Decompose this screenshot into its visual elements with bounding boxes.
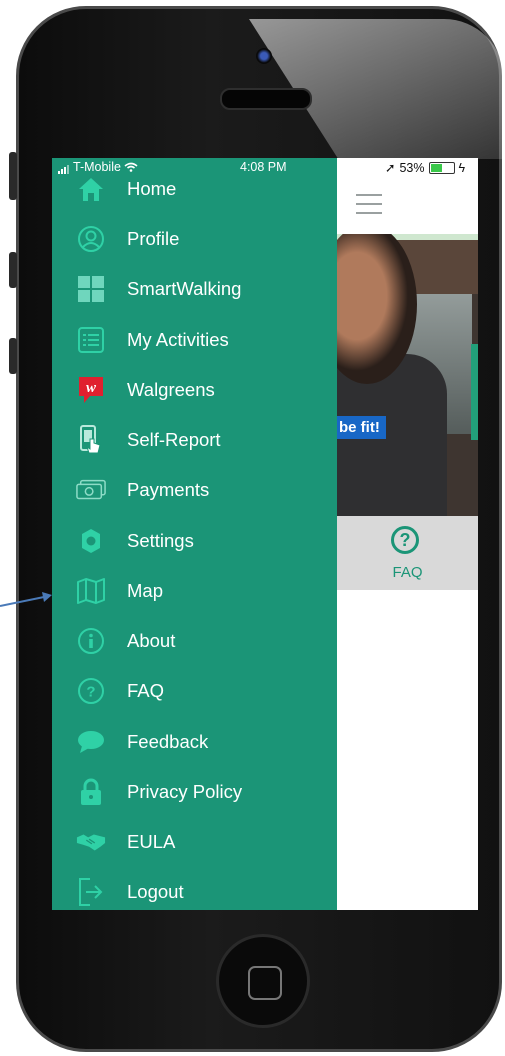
- svg-text:w: w: [86, 380, 97, 396]
- menu-label: Profile: [127, 228, 180, 249]
- battery-icon: [428, 161, 455, 174]
- menu-item-walgreens[interactable]: w Walgreens: [76, 370, 326, 410]
- app-screen: be fit! ? FAQ T-Mobile 4:08 PM ➚ 53% ϟ H…: [52, 158, 478, 910]
- menu-item-self-report[interactable]: Self-Report: [76, 420, 326, 460]
- menu-label: EULA: [127, 831, 176, 852]
- profile-icon: [76, 224, 106, 254]
- question-icon: ?: [76, 676, 106, 706]
- logout-icon: [76, 877, 106, 907]
- walgreens-icon: w: [76, 375, 106, 405]
- annotation-arrow-icon: [0, 592, 52, 607]
- home-square-icon: [248, 966, 282, 1000]
- volume-down-button: [9, 338, 17, 374]
- menu-item-eula[interactable]: EULA: [76, 822, 326, 862]
- menu-label: Self-Report: [127, 429, 221, 450]
- money-icon: [76, 475, 106, 505]
- carrier-label: T-Mobile: [73, 160, 121, 174]
- menu-item-privacy-policy[interactable]: Privacy Policy: [76, 772, 326, 812]
- status-bar: T-Mobile 4:08 PM ➚ 53% ϟ: [52, 158, 478, 176]
- hamburger-menu-icon[interactable]: [356, 194, 382, 221]
- map-icon: [76, 576, 106, 606]
- grid-icon: [76, 274, 106, 304]
- menu-item-profile[interactable]: Profile: [76, 219, 326, 259]
- lock-icon: [76, 777, 106, 807]
- wifi-icon: [124, 162, 138, 172]
- location-icon: ➚: [385, 161, 396, 175]
- home-button[interactable]: [216, 934, 310, 1028]
- info-icon: [76, 626, 106, 656]
- front-camera: [256, 48, 272, 64]
- menu-label: Home: [127, 178, 177, 199]
- menu-label: About: [127, 630, 176, 651]
- be-fit-banner: be fit!: [337, 416, 386, 439]
- charging-icon: ϟ: [458, 160, 466, 175]
- status-time: 4:08 PM: [240, 160, 287, 174]
- menu-label: Feedback: [127, 731, 209, 752]
- hero-image: be fit!: [337, 234, 478, 516]
- mute-switch: [9, 152, 17, 200]
- menu-item-about[interactable]: About: [76, 621, 326, 661]
- menu-item-faq[interactable]: ? FAQ: [76, 671, 326, 711]
- signal-icon: [58, 160, 70, 174]
- menu-label: My Activities: [127, 329, 229, 350]
- faq-question-icon: ?: [391, 526, 419, 554]
- menu-item-map[interactable]: Map: [76, 571, 326, 611]
- gear-icon: [76, 526, 106, 556]
- menu-label: Logout: [127, 881, 184, 902]
- handshake-icon: [76, 827, 106, 857]
- menu-label: Map: [127, 580, 163, 601]
- menu-item-settings[interactable]: Settings: [76, 521, 326, 561]
- faq-shortcut-label: FAQ: [392, 564, 423, 581]
- menu-label: Walgreens: [127, 379, 215, 400]
- menu-label: SmartWalking: [127, 278, 242, 299]
- faq-shortcut[interactable]: ? FAQ: [337, 516, 478, 590]
- volume-up-button: [9, 252, 17, 288]
- home-icon: [76, 174, 106, 204]
- menu-item-payments[interactable]: Payments: [76, 470, 326, 510]
- svg-text:?: ?: [86, 684, 95, 701]
- list-icon: [76, 325, 106, 355]
- chat-icon: [76, 727, 106, 757]
- menu-label: Privacy Policy: [127, 781, 243, 802]
- menu-item-smartwalking[interactable]: SmartWalking: [76, 269, 326, 309]
- battery-percent: 53%: [399, 160, 425, 175]
- menu-item-logout[interactable]: Logout: [76, 872, 326, 910]
- menu-item-my-activities[interactable]: My Activities: [76, 320, 326, 360]
- menu-label: Payments: [127, 479, 210, 500]
- menu-item-feedback[interactable]: Feedback: [76, 722, 326, 762]
- menu-label: Settings: [127, 530, 194, 551]
- menu-label: FAQ: [127, 680, 165, 701]
- phone-touch-icon: [76, 425, 106, 455]
- earpiece-speaker: [220, 88, 312, 110]
